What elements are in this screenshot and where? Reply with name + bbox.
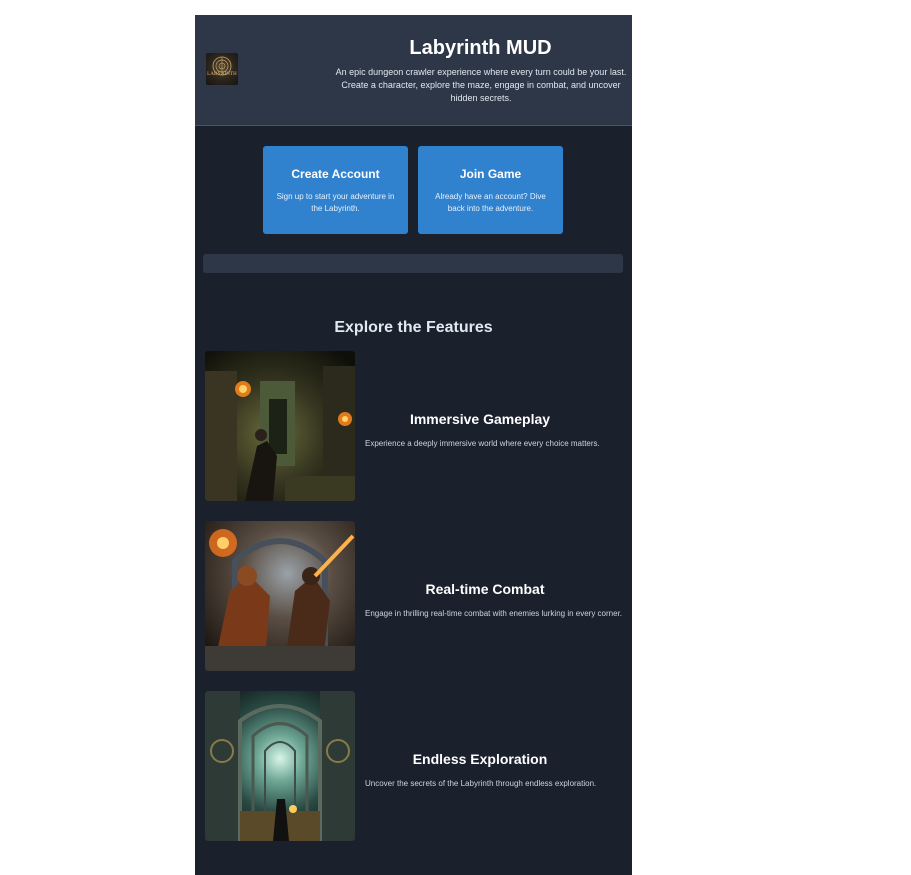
features-heading: Explore the Features bbox=[334, 319, 493, 336]
warriors-fighting-image bbox=[205, 521, 355, 671]
create-account-title: Create Account bbox=[291, 167, 380, 181]
join-game-description: Already have an account? Dive back into … bbox=[435, 192, 546, 213]
feature-title-immersive-gameplay: Immersive Gameplay bbox=[409, 411, 551, 427]
status-bar bbox=[203, 254, 623, 273]
feature-title-endless-exploration: Endless Exploration bbox=[412, 751, 548, 767]
site-header: LABYRINTH Labyrinth MUD An epic dungeon … bbox=[195, 15, 632, 126]
feature-description-real-time-combat: Engage in thrilling real-time combat wit… bbox=[365, 609, 623, 618]
join-game-title: Join Game bbox=[459, 167, 522, 181]
site-title: Labyrinth MUD bbox=[409, 37, 552, 59]
logo-text: LABYRINTH bbox=[207, 72, 237, 77]
dungeon-corridor-torches-image bbox=[205, 351, 355, 501]
feature-title-real-time-combat: Real-time Combat bbox=[425, 581, 545, 597]
feature-description-endless-exploration: Uncover the secrets of the Labyrinth thr… bbox=[365, 779, 597, 788]
create-account-button[interactable]: Create Account Sign up to start your adv… bbox=[263, 146, 408, 234]
create-account-description: Sign up to start your adventure in the L… bbox=[276, 192, 395, 213]
site-description: An epic dungeon crawler experience where… bbox=[335, 67, 627, 103]
join-game-button[interactable]: Join Game Already have an account? Dive … bbox=[418, 146, 563, 234]
maze-archway-image bbox=[205, 691, 355, 841]
feature-description-immersive-gameplay: Experience a deeply immersive world wher… bbox=[365, 439, 600, 448]
labyrinth-logo-emblem-icon bbox=[212, 56, 232, 76]
page: LABYRINTH Labyrinth MUD An epic dungeon … bbox=[195, 15, 632, 875]
labyrinth-logo[interactable]: LABYRINTH bbox=[206, 53, 238, 85]
